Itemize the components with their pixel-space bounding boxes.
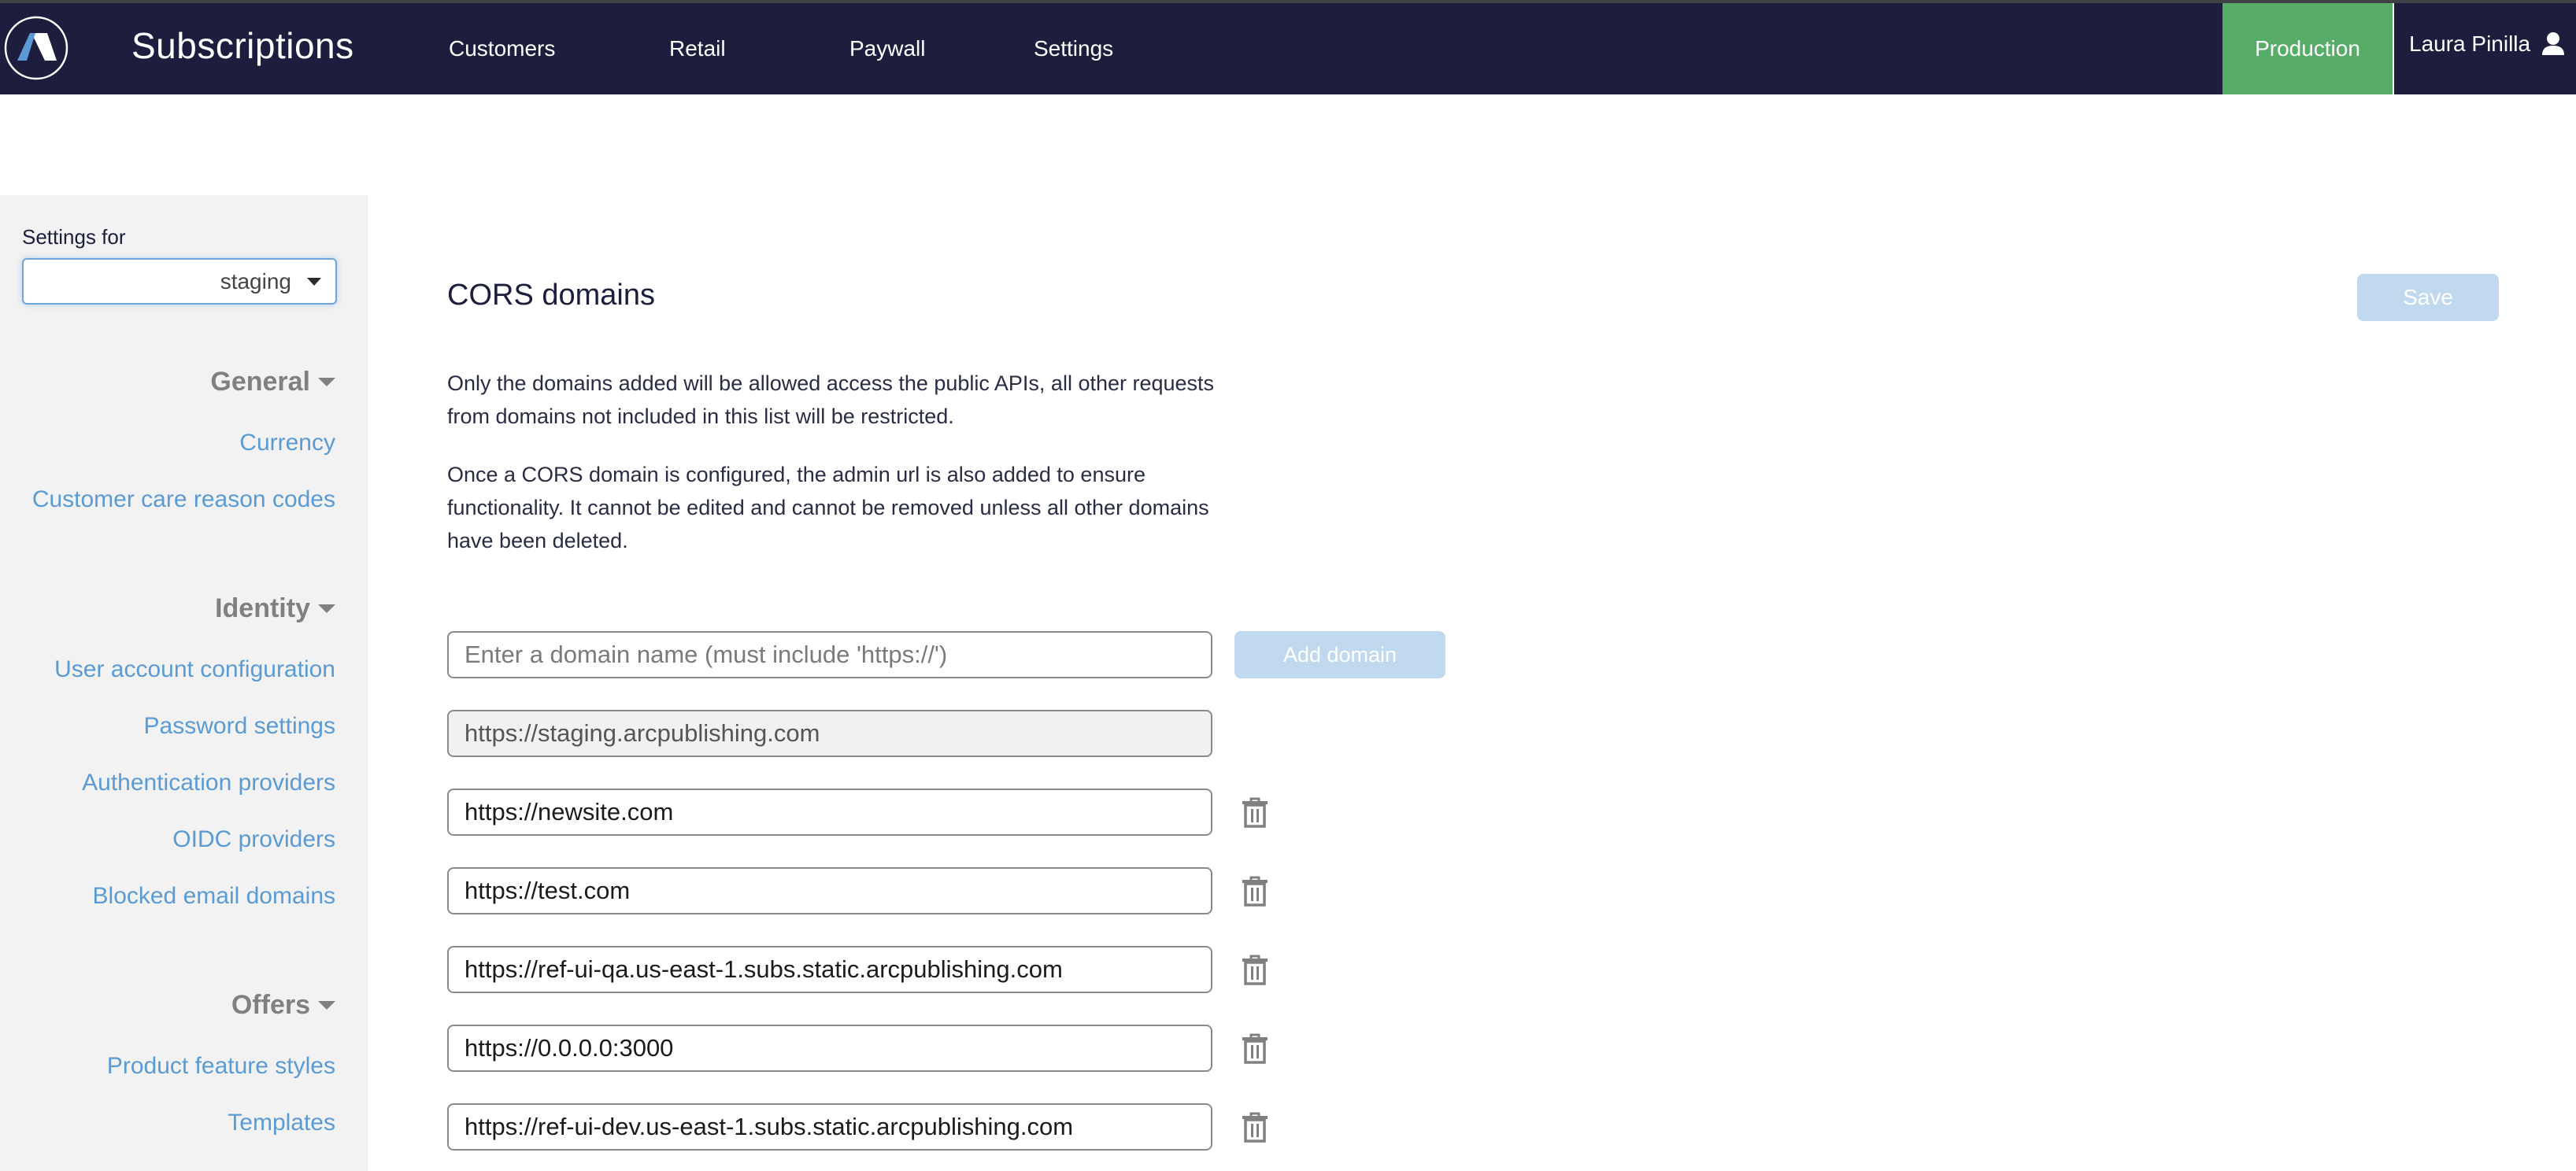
trash-icon[interactable] <box>1241 1032 1269 1064</box>
environment-label: Production <box>2255 36 2360 61</box>
sidebar-item-password-settings[interactable]: Password settings <box>144 713 335 740</box>
settings-environment-select[interactable]: staging <box>22 258 337 305</box>
nav-paywall[interactable]: Paywall <box>849 36 925 61</box>
sidebar-group-label: General <box>210 367 310 397</box>
settings-environment-value: staging <box>220 268 291 294</box>
sidebar-item-authentication-providers[interactable]: Authentication providers <box>82 770 335 796</box>
description-allowed-domains: Only the domains added will be allowed a… <box>447 371 1215 428</box>
admin-domain-field <box>447 710 1212 757</box>
nav-customers[interactable]: Customers <box>449 36 555 61</box>
sidebar-group-general[interactable]: General <box>210 367 335 397</box>
sidebar-group-identity[interactable]: Identity <box>215 593 335 624</box>
sidebar-item-customer-care-reason-codes[interactable]: Customer care reason codes <box>32 486 335 513</box>
settings-sidebar: Settings for staging General Currency Cu… <box>0 195 368 1171</box>
sidebar-item-currency[interactable]: Currency <box>239 430 335 456</box>
chevron-down-icon <box>318 604 335 613</box>
chevron-down-icon <box>318 378 335 386</box>
sidebar-group-offers[interactable]: Offers <box>231 990 335 1021</box>
domain-field[interactable] <box>447 1103 1212 1151</box>
trash-icon[interactable] <box>1241 796 1269 828</box>
sidebar-item-user-account-configuration[interactable]: User account configuration <box>54 656 335 683</box>
domain-field[interactable] <box>447 867 1212 914</box>
arc-logo-icon[interactable] <box>4 16 68 80</box>
settings-for-label: Settings for <box>22 225 126 249</box>
page-title: CORS domains <box>447 279 655 312</box>
top-navigation-bar: Subscriptions Customers Retail Paywall S… <box>0 3 2576 94</box>
nav-retail[interactable]: Retail <box>669 36 726 61</box>
sidebar-item-oidc-providers[interactable]: OIDC providers <box>172 826 335 853</box>
app-title[interactable]: Subscriptions <box>131 24 354 67</box>
domain-field[interactable] <box>447 946 1212 993</box>
domain-field[interactable] <box>447 1025 1212 1072</box>
add-domain-button[interactable]: Add domain <box>1234 631 1445 678</box>
domain-field[interactable] <box>447 789 1212 836</box>
user-icon <box>2542 32 2565 55</box>
sidebar-group-label: Offers <box>231 990 310 1020</box>
chevron-down-icon <box>307 277 321 286</box>
header-divider <box>2393 3 2394 94</box>
sidebar-item-blocked-email-domains[interactable]: Blocked email domains <box>93 883 335 910</box>
trash-icon[interactable] <box>1241 875 1269 907</box>
sidebar-item-product-feature-styles[interactable]: Product feature styles <box>107 1053 335 1080</box>
user-menu[interactable]: Laura Pinilla <box>2409 31 2565 57</box>
user-name: Laura Pinilla <box>2409 31 2531 56</box>
sidebar-item-templates[interactable]: Templates <box>228 1110 335 1136</box>
nav-settings[interactable]: Settings <box>1034 36 1113 61</box>
save-button[interactable]: Save <box>2357 274 2499 321</box>
description-admin-url: Once a CORS domain is configured, the ad… <box>447 463 1209 552</box>
sidebar-group-label: Identity <box>215 593 310 623</box>
trash-icon[interactable] <box>1241 954 1269 985</box>
environment-indicator[interactable]: Production <box>2223 3 2393 94</box>
trash-icon[interactable] <box>1241 1111 1269 1143</box>
chevron-down-icon <box>318 1001 335 1010</box>
new-domain-input[interactable] <box>447 631 1212 678</box>
